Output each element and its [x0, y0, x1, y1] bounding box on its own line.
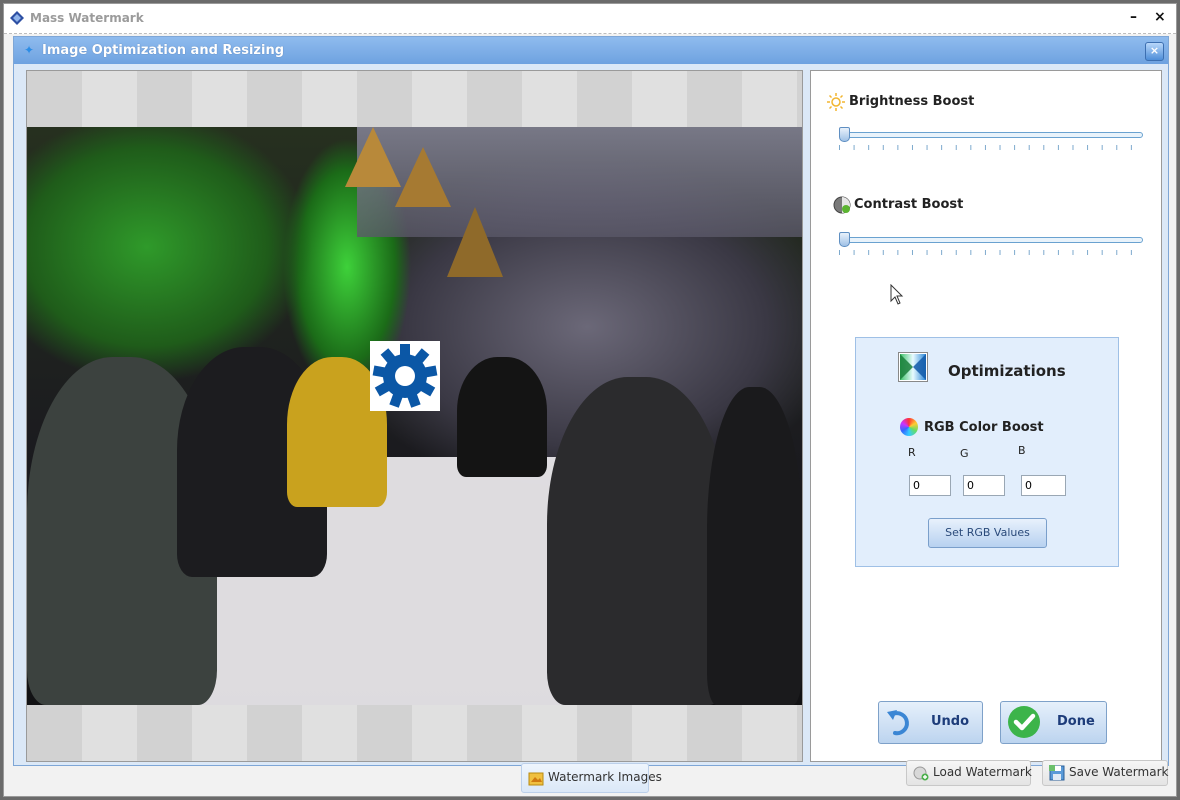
sun-icon — [827, 93, 845, 111]
dialog-close-button[interactable]: × — [1145, 42, 1164, 61]
rgb-boost-title: RGB Color Boost — [924, 420, 1044, 435]
photo-lamp — [447, 207, 503, 277]
watermark-images-icon — [528, 772, 544, 786]
photo-person — [457, 357, 547, 477]
watermark-images-button[interactable]: Watermark Images — [521, 763, 662, 793]
settings-panel: Brightness Boost Contrast Boost Optimiza… — [810, 70, 1162, 762]
undo-icon — [887, 710, 909, 736]
photo-lamp — [345, 127, 401, 187]
load-watermark-button[interactable]: Load Watermark — [906, 760, 1032, 786]
contrast-slider-track[interactable] — [839, 237, 1143, 243]
set-rgb-values-button[interactable]: Set RGB Values — [928, 518, 1047, 548]
contrast-slider-thumb[interactable] — [839, 232, 850, 247]
photo-person — [547, 377, 727, 705]
brightness-slider-track[interactable] — [839, 132, 1143, 138]
title-bar: Mass Watermark – × — [4, 4, 1176, 34]
contrast-slider-ticks — [839, 250, 1141, 255]
gear-icon — [372, 344, 438, 408]
watermark-images-label: Watermark Images — [548, 770, 662, 784]
save-watermark-button[interactable]: Save Watermark — [1042, 760, 1168, 786]
load-watermark-label: Load Watermark — [933, 765, 1032, 779]
green-label: G — [960, 447, 969, 460]
contrast-icon — [833, 196, 851, 214]
undo-button[interactable]: Undo — [878, 701, 983, 744]
red-label: R — [908, 446, 916, 459]
brightness-label: Brightness Boost — [849, 94, 975, 109]
save-icon — [1049, 765, 1065, 781]
done-label: Done — [1057, 714, 1095, 729]
checkmark-icon — [1008, 706, 1040, 738]
brightness-slider-thumb[interactable] — [839, 127, 850, 142]
minimize-button[interactable]: – — [1130, 9, 1137, 25]
done-button[interactable]: Done — [1000, 701, 1107, 744]
red-input[interactable] — [909, 475, 951, 496]
green-input[interactable] — [963, 475, 1005, 496]
app-title: Mass Watermark — [30, 11, 144, 25]
image-preview — [26, 70, 803, 762]
undo-label: Undo — [931, 714, 970, 729]
contrast-label: Contrast Boost — [854, 197, 964, 212]
brightness-slider-ticks — [839, 145, 1141, 150]
app-window: Mass Watermark – × ✦ Image Optimization … — [3, 3, 1177, 797]
watermark-logo[interactable] — [370, 341, 440, 411]
optimizations-panel: Optimizations RGB Color Boost R G B Set … — [855, 337, 1119, 567]
mouse-cursor-icon — [890, 284, 904, 305]
contrast-slider[interactable] — [839, 232, 1143, 258]
blue-label: B — [1018, 444, 1026, 457]
preview-photo — [27, 127, 802, 705]
color-wheel-icon — [900, 418, 918, 436]
optimizations-title: Optimizations — [948, 362, 1066, 380]
load-icon — [913, 766, 929, 781]
bottom-toolbar: Watermark Images Load Watermark Save Wat… — [13, 760, 1168, 794]
optimization-dialog: ✦ Image Optimization and Resizing × Brig… — [13, 36, 1169, 766]
dialog-title-bar: ✦ Image Optimization and Resizing × — [14, 37, 1168, 64]
dialog-title: Image Optimization and Resizing — [42, 43, 285, 58]
photo-person — [707, 387, 802, 705]
wand-icon: ✦ — [24, 43, 35, 57]
brightness-slider[interactable] — [839, 127, 1143, 153]
blue-input[interactable] — [1021, 475, 1066, 496]
save-watermark-label: Save Watermark — [1069, 765, 1169, 779]
app-logo-icon — [10, 11, 24, 25]
optimizations-icon — [898, 352, 928, 382]
close-button[interactable]: × — [1154, 9, 1166, 25]
photo-lamp — [395, 147, 451, 207]
